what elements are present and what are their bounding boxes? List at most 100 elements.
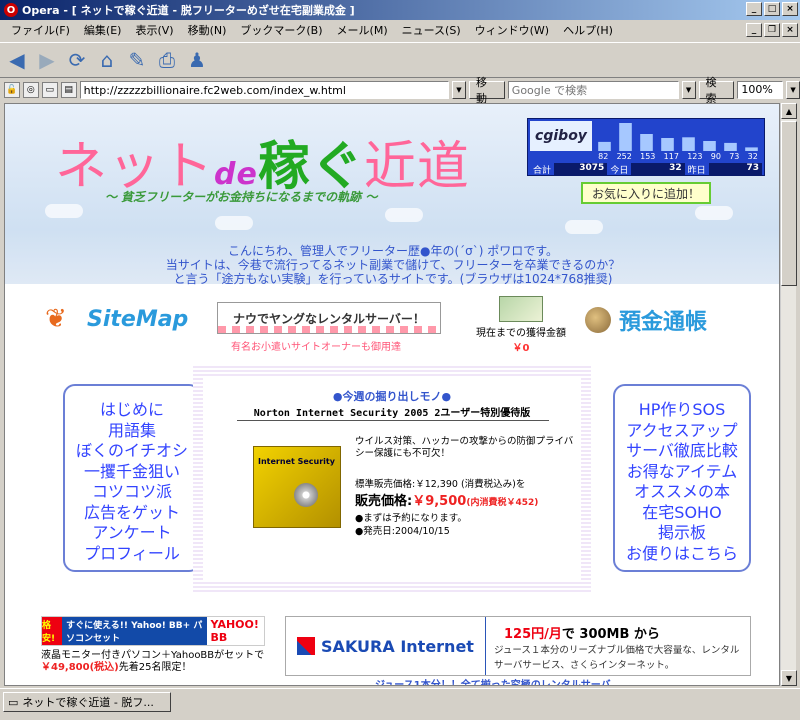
- right-nav: HP作りSOS アクセスアップ サーバ徹底比較 お得なアイテム オススメの本 在…: [613, 384, 751, 572]
- back-icon[interactable]: ◀: [4, 47, 30, 73]
- page-icon[interactable]: ▭: [41, 82, 58, 98]
- nav-jackpot[interactable]: 一攫千金狙い: [65, 462, 199, 483]
- user-icon[interactable]: ♟: [184, 47, 210, 73]
- counter-daily-value: 252: [616, 152, 632, 161]
- cloud-decoration: [385, 208, 423, 222]
- sakura-name: SAKURA Internet: [321, 636, 474, 656]
- counter-daily-values: 82 252 153 117 123 90 73 32: [594, 152, 762, 161]
- menu-file[interactable]: ファイル(F): [4, 22, 77, 38]
- bankbook-link[interactable]: 預金通帳: [585, 304, 707, 336]
- sakura-caption[interactable]: ジュース1本分！！全て揃った究極のレンタルサーバ: [375, 676, 611, 685]
- counter-totals: 合計 3075 今日 32 昨日 73: [530, 163, 762, 176]
- menu-mail[interactable]: メール(M): [330, 22, 395, 38]
- nav-deal-items[interactable]: お得なアイテム: [615, 462, 749, 483]
- nav-books[interactable]: オススメの本: [615, 482, 749, 503]
- nav-profile[interactable]: プロフィール: [65, 544, 199, 565]
- search-dropdown-button[interactable]: ▼: [681, 81, 696, 99]
- reload-icon[interactable]: ⟳: [64, 47, 90, 73]
- sitemap-link[interactable]: ❦ SiteMap: [45, 304, 188, 334]
- zoom-field[interactable]: 100%: [737, 81, 784, 99]
- yahoo-bb-banner[interactable]: 格安! すぐに使える!! Yahoo! BB+ パソコンセット YAHOO! B…: [41, 616, 265, 646]
- close-button[interactable]: ×: [782, 2, 798, 16]
- nav-glossary[interactable]: 用語集: [65, 421, 199, 442]
- counter-daily-value: 73: [729, 152, 740, 161]
- yesterday-value: 73: [708, 163, 762, 175]
- nav-my-pick[interactable]: ぼくのイチオシ: [65, 441, 199, 462]
- nav-contact[interactable]: お便りはこちら: [615, 544, 749, 565]
- search-button[interactable]: 検索: [698, 76, 735, 105]
- nav-steady[interactable]: コツコツ派: [65, 482, 199, 503]
- menu-window[interactable]: ウィンドウ(W): [468, 22, 556, 38]
- sitemap-label: SiteMap: [87, 306, 189, 332]
- mdi-restore-button[interactable]: ❐: [764, 23, 780, 37]
- feature-title: ●今週の掘り出しモノ●: [332, 390, 452, 403]
- home-icon[interactable]: ⌂: [94, 47, 120, 73]
- address-dropdown-button[interactable]: ▼: [452, 81, 466, 99]
- zoom-dropdown-button[interactable]: ▼: [786, 81, 800, 99]
- page-tab[interactable]: ▭ ネットで稼ぐ近道 - 脱フ...: [3, 692, 171, 712]
- site-tagline: ～ 貧乏フリーターがお金持ちになるまでの軌跡 ～: [105, 190, 378, 204]
- counter-daily-value: 117: [663, 152, 679, 161]
- rental-server-banner[interactable]: ナウでヤングなレンタルサーバー！: [217, 302, 441, 334]
- site-header: ネットde稼ぐ近道 ～ 貧乏フリーターがお金持ちになるまでの軌跡 ～ cgibo…: [5, 104, 779, 286]
- left-nav: はじめに 用語集 ぼくのイチオシ 一攫千金狙い コツコツ派 広告をゲット アンケ…: [63, 384, 201, 572]
- owner-link[interactable]: 有名お小遣いサイトオーナーも御用達: [231, 338, 401, 353]
- featured-product-panel: ●今週の掘り出しモノ● Norton Internet Security 200…: [203, 378, 581, 580]
- maximize-button[interactable]: □: [764, 2, 780, 16]
- scroll-thumb[interactable]: [781, 121, 797, 286]
- total-value: 3075: [554, 163, 608, 175]
- nav-hp-sos[interactable]: HP作りSOS: [615, 400, 749, 421]
- counter-daily-value: 82: [598, 152, 609, 161]
- minimize-button[interactable]: _: [746, 2, 762, 16]
- bb-banner-mid: すぐに使える!! Yahoo! BB+ パソコンセット: [62, 617, 207, 645]
- nav-intro[interactable]: はじめに: [65, 400, 199, 421]
- nav-soho[interactable]: 在宅SOHO: [615, 503, 749, 524]
- total-label: 合計: [533, 166, 552, 176]
- product-box-image[interactable]: Internet Security: [253, 446, 341, 528]
- menu-navigate[interactable]: 移動(N): [181, 22, 234, 38]
- access-counter[interactable]: cgiboy 82 252 153 117 123 90 73 32 合計 30…: [527, 118, 765, 176]
- nav-bbs[interactable]: 掲示板: [615, 523, 749, 544]
- menu-news[interactable]: ニュース(S): [395, 22, 468, 38]
- nav-access-up[interactable]: アクセスアップ: [615, 421, 749, 442]
- menu-help[interactable]: ヘルプ(H): [556, 22, 620, 38]
- counter-daily-value: 123: [687, 152, 703, 161]
- product-name[interactable]: Norton Internet Security 2005 2ユーザー特別優待版: [203, 404, 581, 419]
- menu-edit[interactable]: 編集(E): [77, 22, 129, 38]
- mdi-minimize-button[interactable]: _: [746, 23, 762, 37]
- nav-server-compare[interactable]: サーバ徹底比較: [615, 441, 749, 462]
- address-input[interactable]: [79, 81, 450, 99]
- lock-icon[interactable]: 🔓: [4, 82, 20, 98]
- scroll-down-button[interactable]: ▼: [781, 670, 797, 686]
- vertical-scrollbar[interactable]: ▲ ▼: [780, 103, 797, 686]
- sakura-description: ジュース１本分のリーズナブル価格で大容量な、レンタルサーバサービス、さくらインタ…: [494, 645, 740, 671]
- cloud-decoration: [695, 206, 733, 220]
- yesterday-label: 昨日: [687, 166, 706, 176]
- logo-part: de: [214, 157, 258, 192]
- forward-icon[interactable]: ▶: [34, 47, 60, 73]
- print-icon[interactable]: ⎙: [154, 47, 180, 73]
- mdi-close-button[interactable]: ×: [782, 23, 798, 37]
- intro-line: こんにちわ、管理人でフリーター歴●年の(´σ`) ポワロです。: [227, 244, 559, 258]
- sakura-internet-banner[interactable]: SAKURA Internet 125円/月で 300MB から ジュース１本分…: [285, 616, 751, 676]
- menu-bookmarks[interactable]: ブックマーク(B): [233, 22, 329, 38]
- sakura-logo: SAKURA Internet: [286, 617, 486, 675]
- nav-toolbar: ◀ ▶ ⟳ ⌂ ✎ ⎙ ♟: [0, 42, 800, 78]
- product-box-label: Internet Security: [258, 457, 335, 466]
- today-label: 今日: [610, 166, 629, 176]
- site-intro: こんにちわ、管理人でフリーター歴●年の(´σ`) ポワロです。 当サイトは、今巷…: [5, 244, 779, 286]
- menu-view[interactable]: 表示(V): [128, 22, 180, 38]
- search-input[interactable]: [507, 81, 679, 99]
- featured-product: ●今週の掘り出しモノ● Norton Internet Security 200…: [193, 366, 591, 592]
- hotlist-icon[interactable]: ✎: [124, 47, 150, 73]
- cookie-icon[interactable]: ◎: [22, 82, 39, 98]
- add-favorite-button[interactable]: お気に入りに追加！: [581, 182, 711, 204]
- nav-survey[interactable]: アンケート: [65, 523, 199, 544]
- cloud-decoration: [45, 204, 83, 218]
- nav-get-ads[interactable]: 広告をゲット: [65, 503, 199, 524]
- scroll-up-button[interactable]: ▲: [781, 103, 797, 119]
- doc-icon[interactable]: ▤: [60, 82, 77, 98]
- logo-part: 近道: [363, 137, 470, 197]
- go-button[interactable]: 移動: [468, 76, 505, 105]
- product-description: ウイルス対策、ハッカーの攻撃からの防御プライバシー保護にも不可欠！: [355, 436, 574, 459]
